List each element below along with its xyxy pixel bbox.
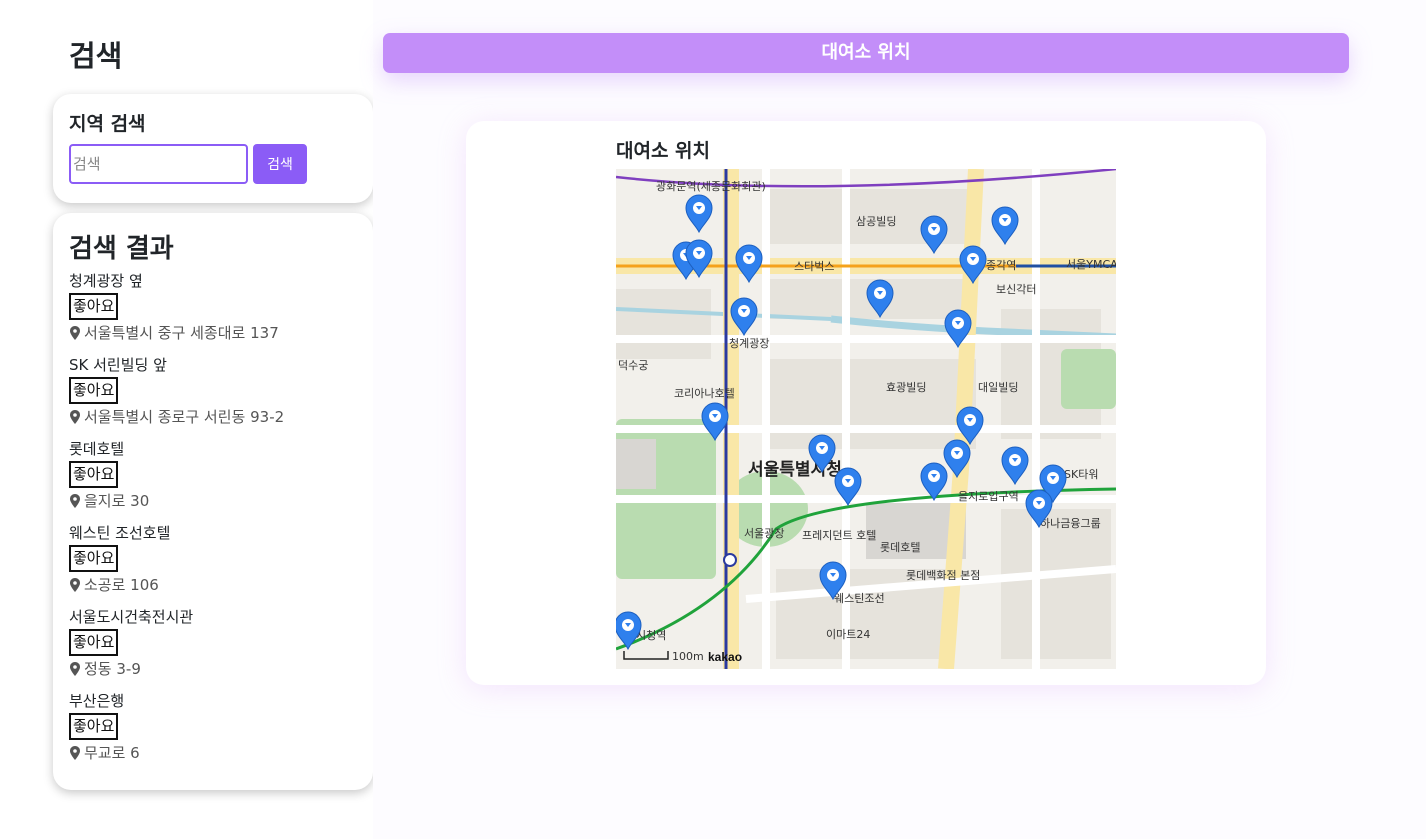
result-name[interactable]: 롯데호텔: [69, 437, 359, 461]
map-view[interactable]: 서울특별시청 광화문역(세종문화회관) 청계광장 을지로입구역 시청역 롯데호텔…: [616, 169, 1116, 669]
map-label: SK타워: [1064, 468, 1098, 481]
map-canvas[interactable]: 서울특별시청 광화문역(세종문화회관) 청계광장 을지로입구역 시청역 롯데호텔…: [616, 169, 1116, 669]
result-address: 무교로 6: [69, 741, 359, 765]
location-pin-icon: [70, 746, 80, 760]
like-button[interactable]: 좋아요: [69, 713, 119, 740]
result-name[interactable]: SK 서린빌딩 앞: [69, 353, 359, 377]
like-button[interactable]: 좋아요: [69, 629, 119, 656]
results-heading: 검색 결과: [69, 234, 174, 264]
like-button[interactable]: 좋아요: [69, 545, 119, 572]
map-label: 덕수궁: [618, 359, 648, 372]
map-label: 효광빌딩: [886, 381, 926, 394]
search-heading: 지역 검색: [69, 113, 146, 135]
result-name[interactable]: 서울도시건축전시관: [69, 605, 359, 629]
location-pin-icon: [70, 326, 80, 340]
map-label: 웨스틴조선: [834, 592, 885, 605]
map-label: 청계광장: [729, 337, 769, 350]
map-label: 롯데호텔: [880, 541, 920, 554]
result-address: 소공로 106: [69, 573, 359, 597]
location-pin-icon: [70, 578, 80, 592]
svg-text:100m: 100m: [672, 650, 704, 663]
map-label: 서울광장: [744, 527, 784, 540]
location-pin-icon: [70, 662, 80, 676]
search-card: 지역 검색 검색: [53, 94, 373, 203]
result-item: SK 서린빌딩 앞 좋아요 서울특별시 종로구 서린동 93-2: [69, 353, 359, 429]
map-label: 보신각터: [996, 283, 1036, 296]
location-pin-icon: [70, 494, 80, 508]
result-address: 정동 3-9: [69, 657, 359, 681]
map-label: 종각역: [986, 259, 1016, 272]
map-title: 대여소 위치: [616, 140, 711, 162]
result-item: 웨스틴 조선호텔 좋아요 소공로 106: [69, 521, 359, 597]
map-label: 롯데백화점 본점: [906, 569, 980, 582]
map-label: 이마트24: [826, 628, 870, 641]
map-label: 프레지던트 호텔: [802, 529, 876, 542]
sidebar-title: 검색: [69, 39, 123, 73]
main-panel: 대여소 위치 대여소 위치 서울특별시청 광화문역(세종문화회관) 청계광장 을…: [373, 0, 1426, 839]
map-brand-logo: kakao: [708, 650, 742, 664]
map-card: 대여소 위치 서울특별시청 광화문역(세종문화회관) 청계광장 을지로입구역 시…: [466, 121, 1266, 685]
result-address: 서울특별시 중구 세종대로 137: [69, 321, 359, 345]
map-label: 을지로입구역: [958, 490, 1019, 503]
results-card: 검색 결과 청계광장 옆 좋아요 서울특별시 중구 세종대로 137 SK 서린…: [53, 213, 373, 790]
search-input[interactable]: [69, 144, 248, 184]
like-button[interactable]: 좋아요: [69, 293, 119, 320]
result-name[interactable]: 웨스틴 조선호텔: [69, 521, 359, 545]
result-name[interactable]: 부산은행: [69, 689, 359, 713]
map-label: 시청역: [636, 629, 666, 642]
page-banner: 대여소 위치: [383, 33, 1349, 73]
map-label: 하나금융그룹: [1040, 516, 1101, 530]
result-item: 롯데호텔 좋아요 을지로 30: [69, 437, 359, 513]
like-button[interactable]: 좋아요: [69, 461, 119, 488]
map-label: 대일빌딩: [978, 380, 1018, 394]
location-pin-icon: [70, 410, 80, 424]
result-address: 을지로 30: [69, 489, 359, 513]
map-label: 서울YMCA: [1066, 258, 1116, 271]
map-label: 삼공빌딩: [856, 215, 896, 228]
result-item: 청계광장 옆 좋아요 서울특별시 중구 세종대로 137: [69, 269, 359, 345]
result-address: 서울특별시 종로구 서린동 93-2: [69, 405, 359, 429]
search-button[interactable]: 검색: [253, 144, 307, 184]
like-button[interactable]: 좋아요: [69, 377, 119, 404]
map-label: 스타벅스: [794, 260, 834, 273]
map-label: 광화문역(세종문화회관): [656, 180, 766, 193]
result-item: 부산은행 좋아요 무교로 6: [69, 689, 359, 765]
result-name[interactable]: 청계광장 옆: [69, 269, 359, 293]
map-label: 코리아나호텔: [674, 387, 735, 400]
result-item: 서울도시건축전시관 좋아요 정동 3-9: [69, 605, 359, 681]
